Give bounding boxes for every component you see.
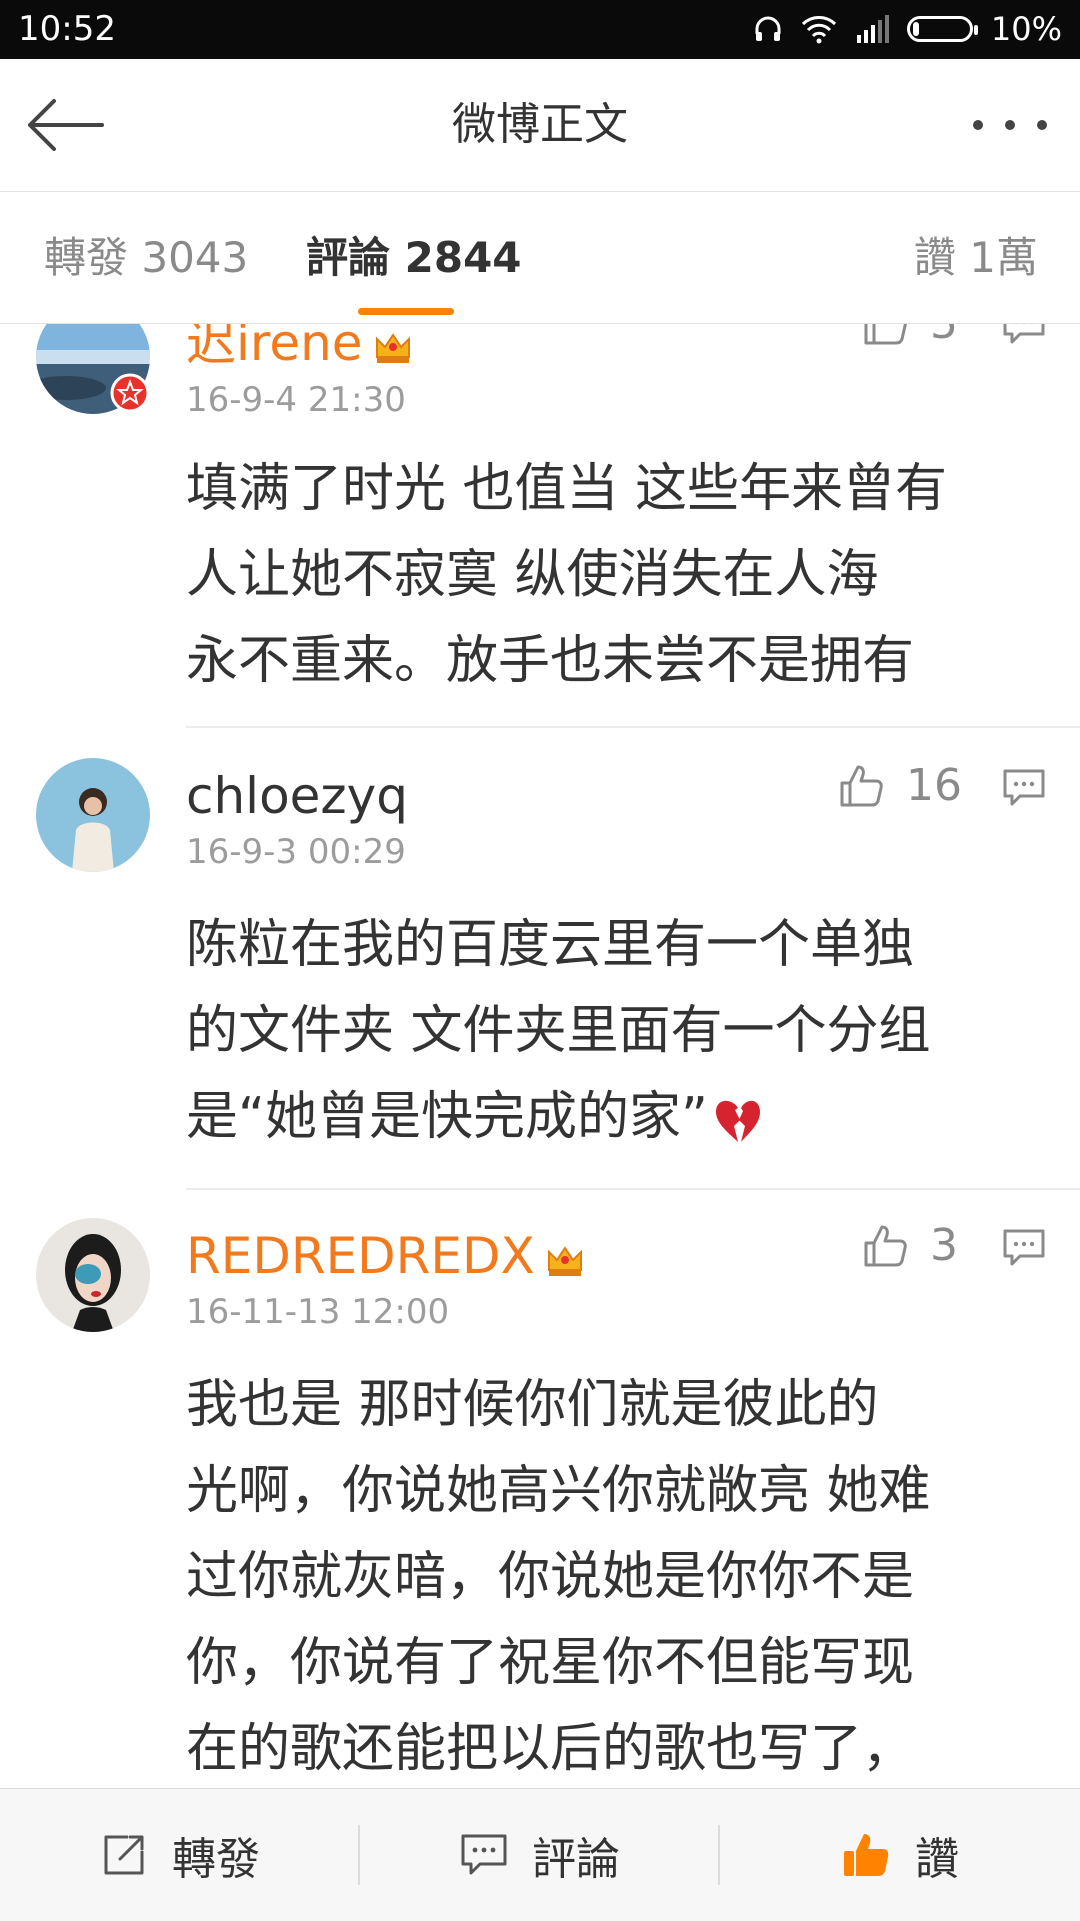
like-button[interactable]: 16: [838, 760, 962, 811]
like-post-button[interactable]: 讚: [720, 1789, 1080, 1921]
broken-heart-icon: [712, 1096, 764, 1144]
nav-bar: 微博正文: [0, 59, 1080, 192]
thumbs-up-filled-icon: [841, 1830, 891, 1880]
crown-badge-icon: [545, 1242, 585, 1278]
comment-text: 填满了时光 也值当 这些年来曾有 人让她不寂寞 纵使消失在人海 永不重来。放手也…: [186, 446, 1046, 704]
reply-icon[interactable]: [1002, 324, 1046, 346]
comment-author[interactable]: chloezyq: [186, 766, 408, 826]
active-tab-indicator: [358, 308, 454, 315]
tab-likes[interactable]: 讚 1萬: [914, 192, 1038, 323]
status-time: 10:52: [18, 8, 116, 50]
status-bar: 10:52 10%: [0, 0, 1080, 59]
like-button[interactable]: 5: [862, 324, 958, 349]
comment-time: 16-11-13 12:00: [186, 1292, 449, 1332]
thumbs-up-icon: [838, 763, 884, 809]
divider: [186, 726, 1080, 728]
comment-list[interactable]: 迟irene 16-9-4 21:30 5 填满了时光 也值当 这些年来曾有 人…: [0, 324, 1080, 1788]
tab-comments[interactable]: 評論 2844: [306, 192, 522, 323]
like-button[interactable]: 3: [862, 1220, 958, 1271]
avatar[interactable]: [36, 1218, 150, 1332]
verified-badge-icon: [110, 373, 150, 413]
repost-icon: [100, 1831, 148, 1879]
comment-text: 陈粒在我的百度云里有一个单独 的文件夹 文件夹里面有一个分组 是“她曾是快完成的…: [186, 902, 1046, 1160]
headphones-icon: [753, 14, 783, 44]
repost-button[interactable]: 轉發: [0, 1789, 360, 1921]
crown-badge-icon: [373, 329, 413, 365]
tab-bar: 轉發 3043 評論 2844 讚 1萬: [0, 192, 1080, 324]
signal-icon: [855, 15, 889, 43]
avatar[interactable]: [36, 758, 150, 872]
thumbs-up-icon: [862, 1223, 908, 1269]
divider: [186, 1188, 1080, 1190]
battery-icon: [907, 16, 973, 42]
comment-author[interactable]: 迟irene: [186, 324, 413, 373]
wifi-icon: [801, 14, 837, 44]
bottom-toolbar: 轉發 評論 讚: [0, 1788, 1080, 1921]
reply-icon[interactable]: [1002, 1228, 1046, 1268]
comment-button[interactable]: 評論: [360, 1789, 720, 1921]
like-count: 3: [930, 1220, 958, 1271]
page-title: 微博正文: [0, 59, 1080, 191]
tab-reposts[interactable]: 轉發 3043: [44, 192, 248, 323]
comment-author[interactable]: REDREDREDX: [186, 1226, 585, 1286]
comment-time: 16-9-4 21:30: [186, 380, 406, 420]
thumbs-up-icon: [862, 324, 908, 347]
like-count: 5: [930, 324, 958, 349]
reply-icon[interactable]: [1002, 768, 1046, 808]
comment-text: 我也是 那时候你们就是彼此的 光啊，你说她高兴你就敞亮 她难 过你就灰暗，你说她…: [186, 1362, 1046, 1788]
comment-icon: [460, 1833, 508, 1877]
comment-time: 16-9-3 00:29: [186, 832, 406, 872]
battery-percent: 10%: [991, 8, 1062, 50]
like-count: 16: [906, 760, 962, 811]
more-options-icon[interactable]: [970, 115, 1050, 135]
